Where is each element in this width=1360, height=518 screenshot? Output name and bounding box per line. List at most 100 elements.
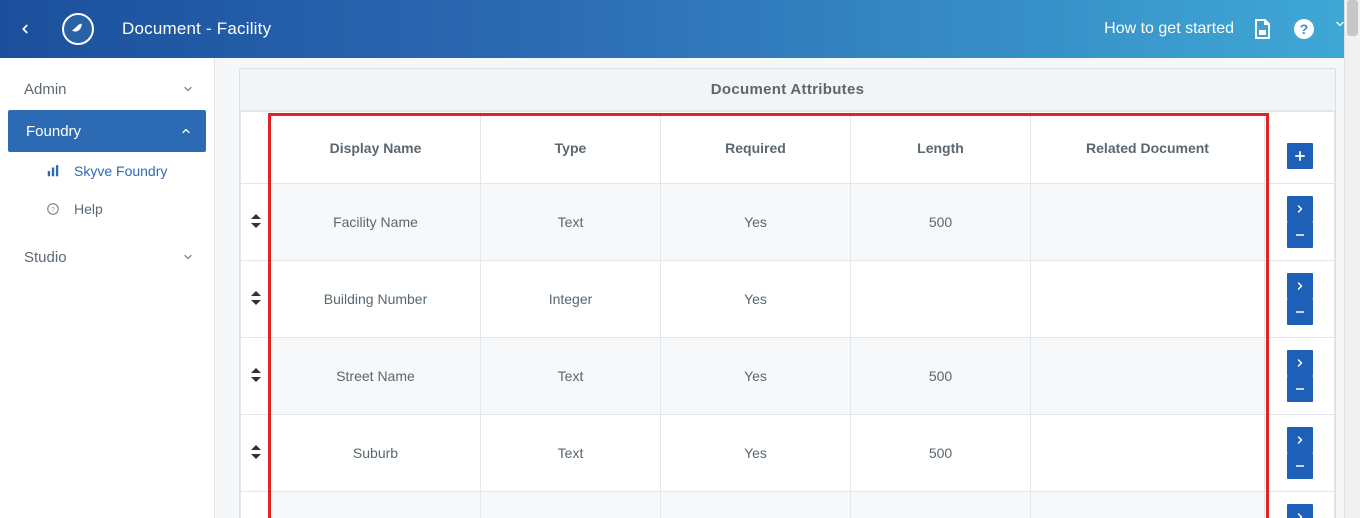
col-display-name[interactable]: Display Name bbox=[271, 112, 481, 184]
col-related-document[interactable]: Related Document bbox=[1031, 112, 1265, 184]
minus-icon bbox=[1294, 306, 1306, 318]
cell-length bbox=[851, 261, 1031, 338]
cell-display: State bbox=[271, 492, 481, 518]
sidebar-subitem-help[interactable]: ? Help bbox=[0, 190, 214, 228]
col-type[interactable]: Type bbox=[481, 112, 661, 184]
minus-icon bbox=[1294, 383, 1306, 395]
question-circle-icon: ? bbox=[46, 202, 60, 216]
col-length[interactable]: Length bbox=[851, 112, 1031, 184]
sidebar-subitem-label: Help bbox=[74, 201, 103, 217]
sidebar-subitem-skyve-foundry[interactable]: Skyve Foundry bbox=[0, 152, 214, 190]
table-row[interactable]: Building NumberIntegerYes bbox=[241, 261, 1335, 338]
cell-type: Text bbox=[481, 415, 661, 492]
chevron-right-icon bbox=[1294, 203, 1306, 215]
sidebar-item-studio[interactable]: Studio bbox=[0, 236, 214, 278]
chevron-right-icon bbox=[1294, 511, 1306, 518]
document-attributes-panel: Document Attributes Display Name Type R bbox=[239, 68, 1336, 518]
row-remove-button[interactable] bbox=[1287, 453, 1313, 479]
cell-related bbox=[1031, 184, 1265, 261]
chevron-left-icon bbox=[18, 22, 32, 36]
drag-handle-icon bbox=[251, 291, 261, 305]
scroll-thumb[interactable] bbox=[1347, 0, 1358, 36]
col-actions bbox=[1265, 112, 1335, 184]
page-scrollbar[interactable]: ▴ bbox=[1344, 0, 1360, 518]
sidebar: Admin Foundry Skyve Foundry ? Help Studi… bbox=[0, 58, 215, 518]
cell-related bbox=[1031, 261, 1265, 338]
drag-handle-cell[interactable] bbox=[241, 415, 271, 492]
cell-related bbox=[1031, 338, 1265, 415]
cell-required: Yes bbox=[661, 261, 851, 338]
drag-handle-cell[interactable] bbox=[241, 492, 271, 518]
minus-icon bbox=[1294, 460, 1306, 472]
chevron-right-icon bbox=[1294, 434, 1306, 446]
col-drag bbox=[241, 112, 271, 184]
cell-length: 500 bbox=[851, 338, 1031, 415]
cell-required: Yes bbox=[661, 184, 851, 261]
cell-length: 500 bbox=[851, 492, 1031, 518]
drag-handle-cell[interactable] bbox=[241, 184, 271, 261]
row-open-button[interactable] bbox=[1287, 504, 1313, 518]
chevron-right-icon bbox=[1294, 357, 1306, 369]
row-remove-button[interactable] bbox=[1287, 299, 1313, 325]
cell-type: Text bbox=[481, 184, 661, 261]
svg-text:?: ? bbox=[51, 206, 55, 213]
sidebar-item-label: Admin bbox=[24, 81, 67, 98]
cell-display: Building Number bbox=[271, 261, 481, 338]
drag-handle-icon bbox=[251, 445, 261, 459]
row-open-button[interactable] bbox=[1287, 273, 1313, 299]
page-title: Document - Facility bbox=[122, 19, 271, 39]
table-row[interactable]: Street NameTextYes500 bbox=[241, 338, 1335, 415]
sidebar-item-label: Foundry bbox=[26, 123, 81, 140]
attributes-table: Display Name Type Required Length Relate… bbox=[240, 111, 1335, 518]
table-header-row: Display Name Type Required Length Relate… bbox=[241, 112, 1335, 184]
row-actions bbox=[1265, 415, 1335, 492]
cell-required: Yes bbox=[661, 415, 851, 492]
drag-handle-cell[interactable] bbox=[241, 261, 271, 338]
chart-icon bbox=[46, 164, 60, 178]
cell-display: Suburb bbox=[271, 415, 481, 492]
row-actions bbox=[1265, 338, 1335, 415]
drag-handle-icon bbox=[251, 368, 261, 382]
cell-related bbox=[1031, 415, 1265, 492]
help-button[interactable]: ? bbox=[1290, 15, 1318, 43]
document-video-icon bbox=[1250, 17, 1274, 41]
cell-display: Street Name bbox=[271, 338, 481, 415]
add-attribute-button[interactable] bbox=[1287, 143, 1313, 169]
cell-related bbox=[1031, 492, 1265, 518]
sidebar-item-foundry[interactable]: Foundry bbox=[8, 110, 206, 152]
back-button[interactable] bbox=[10, 14, 40, 44]
col-required[interactable]: Required bbox=[661, 112, 851, 184]
chevron-right-icon bbox=[1294, 280, 1306, 292]
table-row[interactable]: StateTextNo500 bbox=[241, 492, 1335, 518]
chevron-up-icon bbox=[180, 125, 192, 137]
table-row[interactable]: Facility NameTextYes500 bbox=[241, 184, 1335, 261]
cell-display: Facility Name bbox=[271, 184, 481, 261]
row-open-button[interactable] bbox=[1287, 427, 1313, 453]
video-guide-button[interactable] bbox=[1248, 15, 1276, 43]
row-open-button[interactable] bbox=[1287, 196, 1313, 222]
sidebar-item-admin[interactable]: Admin bbox=[0, 68, 214, 110]
drag-handle-cell[interactable] bbox=[241, 338, 271, 415]
svg-text:?: ? bbox=[1300, 21, 1309, 37]
cell-type: Text bbox=[481, 338, 661, 415]
row-open-button[interactable] bbox=[1287, 350, 1313, 376]
question-circle-icon: ? bbox=[1292, 17, 1316, 41]
row-actions bbox=[1265, 261, 1335, 338]
table-row[interactable]: SuburbTextYes500 bbox=[241, 415, 1335, 492]
bird-icon bbox=[69, 20, 87, 38]
sidebar-subitem-label: Skyve Foundry bbox=[74, 163, 167, 179]
row-remove-button[interactable] bbox=[1287, 222, 1313, 248]
main-content: Document Attributes Display Name Type R bbox=[215, 58, 1360, 518]
row-remove-button[interactable] bbox=[1287, 376, 1313, 402]
cell-required: Yes bbox=[661, 338, 851, 415]
chevron-down-icon bbox=[182, 83, 194, 95]
drag-handle-icon bbox=[251, 214, 261, 228]
row-actions bbox=[1265, 184, 1335, 261]
how-to-get-started-link[interactable]: How to get started bbox=[1104, 20, 1234, 38]
app-logo[interactable] bbox=[62, 13, 94, 45]
chevron-down-icon bbox=[182, 251, 194, 263]
cell-length: 500 bbox=[851, 184, 1031, 261]
minus-icon bbox=[1294, 229, 1306, 241]
sidebar-item-label: Studio bbox=[24, 249, 67, 266]
cell-required: No bbox=[661, 492, 851, 518]
